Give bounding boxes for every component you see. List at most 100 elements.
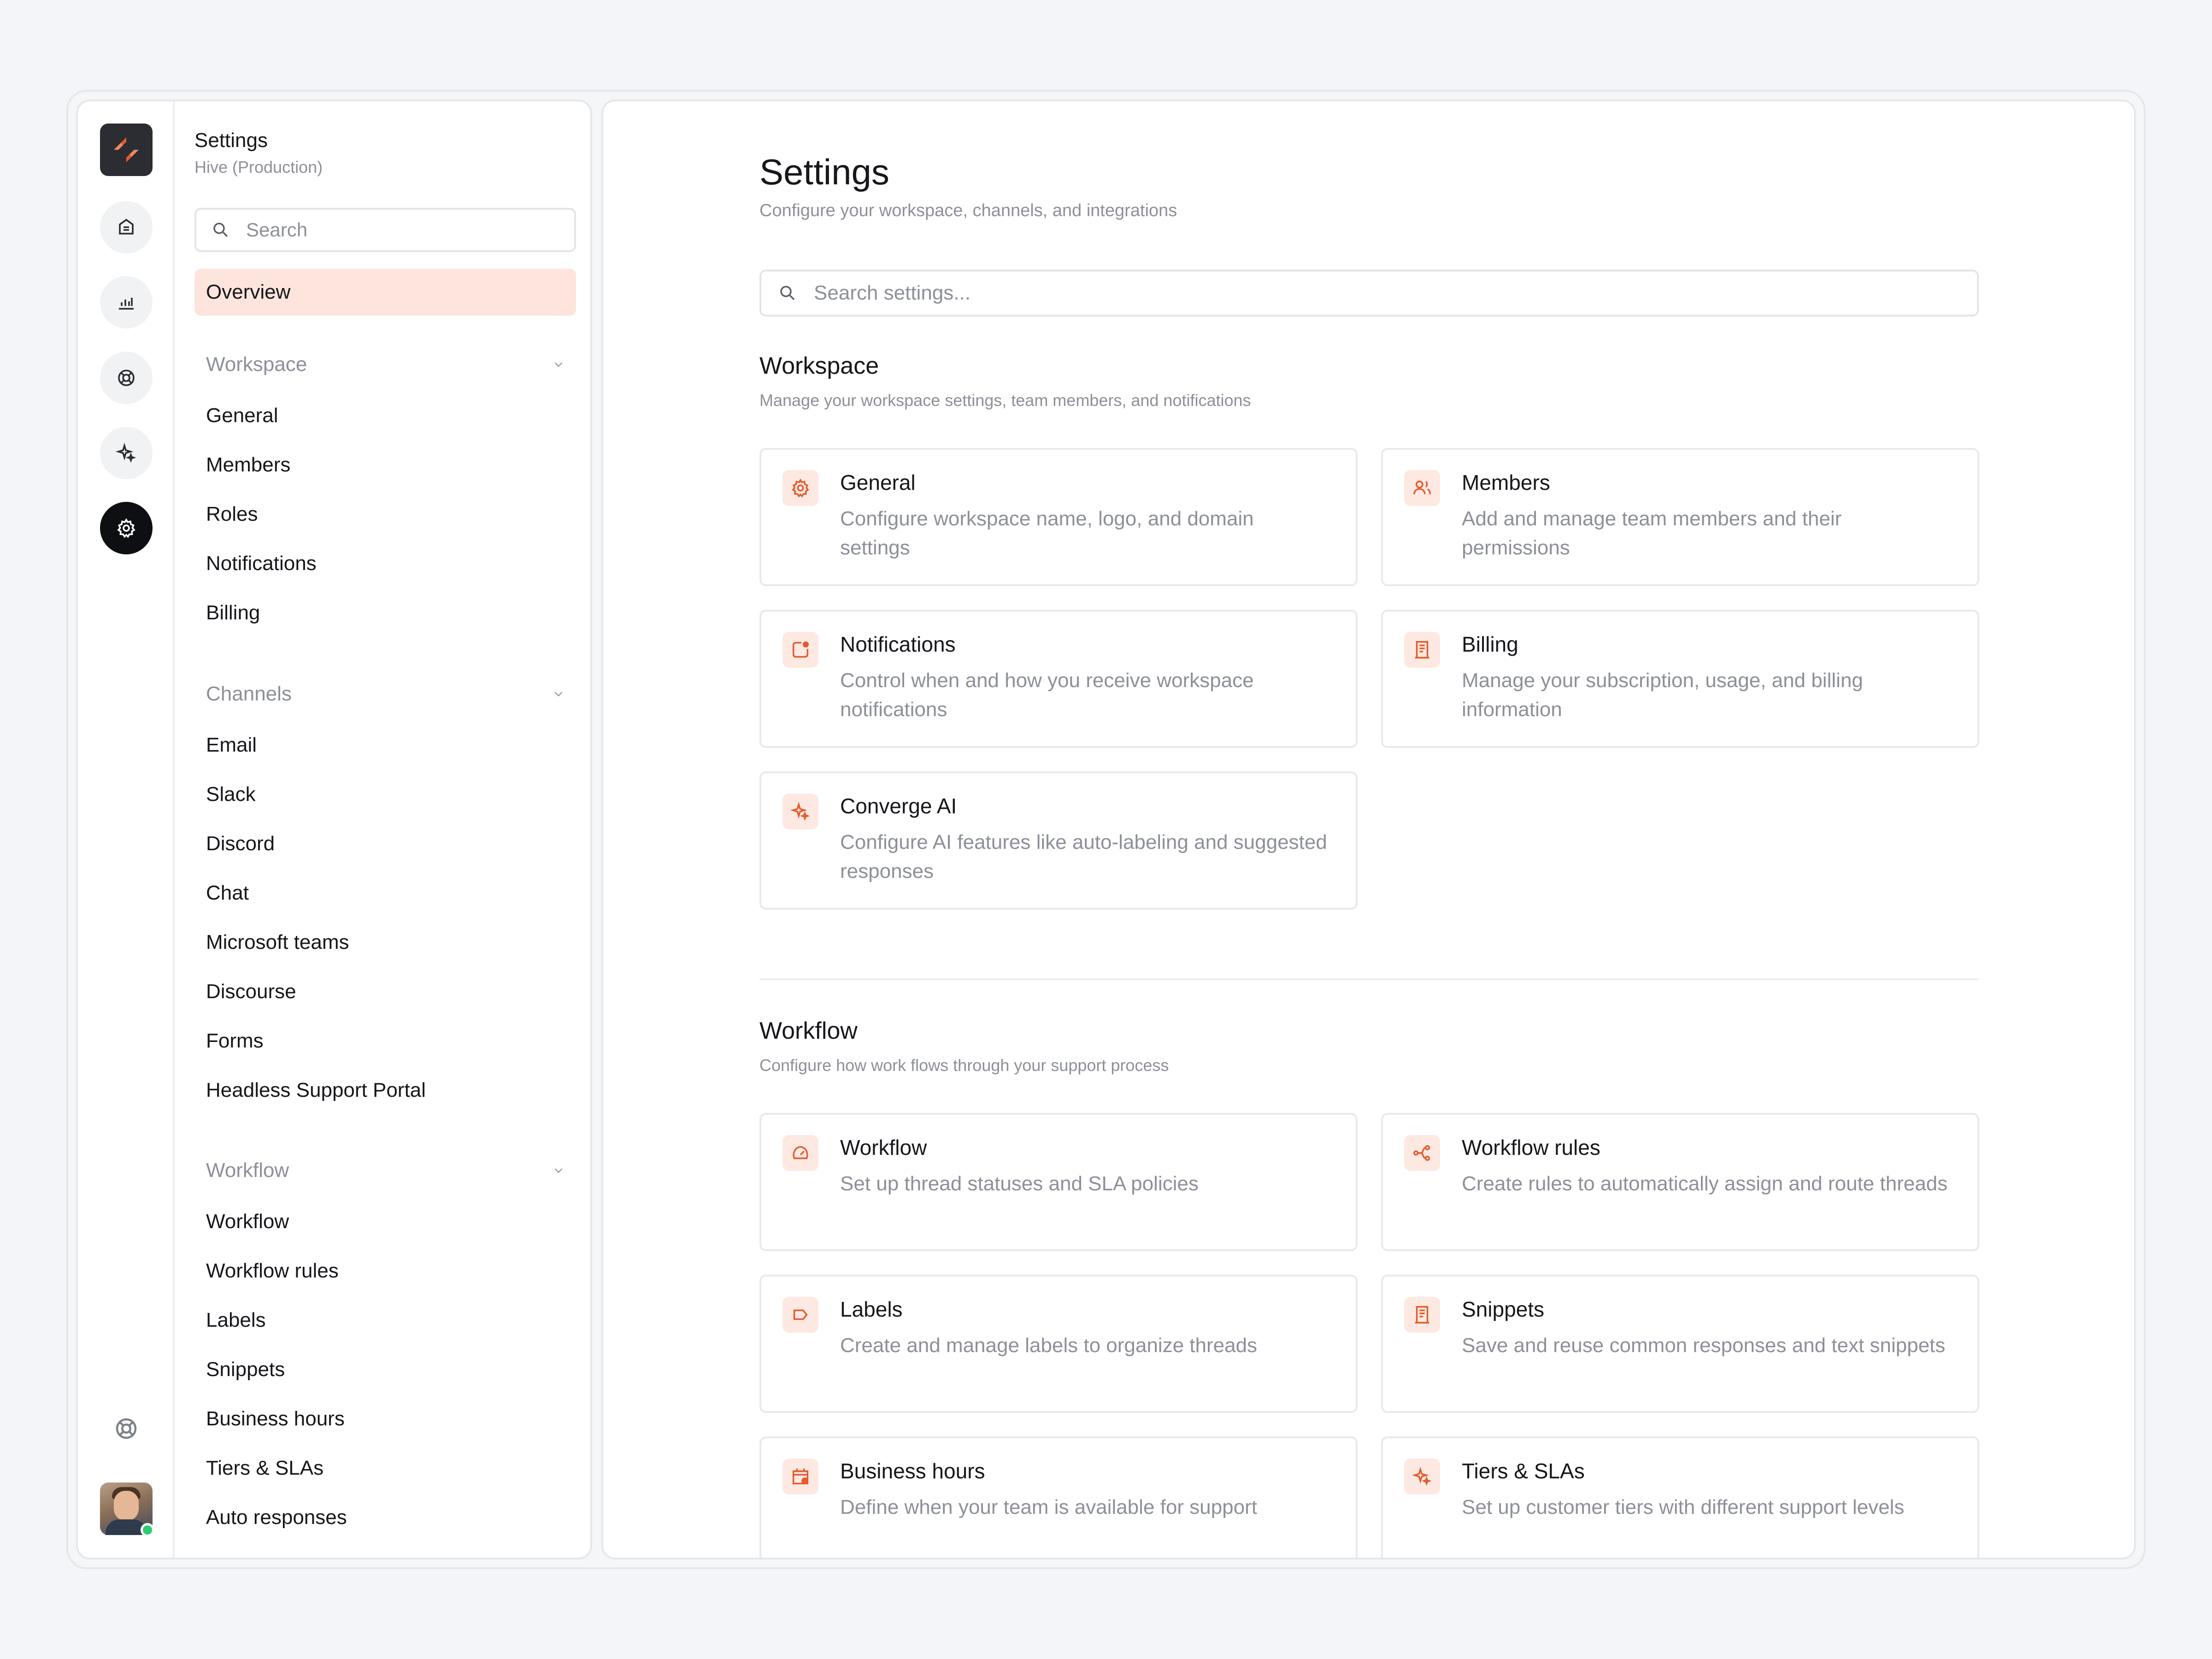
inbox-icon[interactable]	[100, 201, 153, 253]
settings-nav: Settings Hive (Production) Search Overvi…	[176, 101, 590, 1558]
nav-item-headless-support-portal[interactable]: Headless Support Portal	[206, 1079, 426, 1102]
online-status-dot	[141, 1523, 154, 1537]
settings-icon[interactable]	[100, 502, 153, 554]
card-workflow[interactable]: Workflow Set up thread statuses and SLA …	[759, 1113, 1358, 1251]
nav-item-members[interactable]: Members	[206, 453, 290, 477]
nav-item-email[interactable]: Email	[206, 734, 257, 757]
section-subtitle-workspace: Manage your workspace settings, team mem…	[759, 391, 1251, 410]
nav-item-auto-responses[interactable]: Auto responses	[206, 1506, 347, 1529]
card-snippets[interactable]: Snippets Save and reuse common responses…	[1381, 1275, 1979, 1413]
card-converge-ai[interactable]: Converge AI Configure AI features like a…	[759, 771, 1358, 910]
nav-item-discord[interactable]: Discord	[206, 832, 275, 855]
card-description: Configure AI features like auto-labeling…	[840, 831, 1327, 882]
gauge-icon	[782, 1135, 818, 1171]
nav-item-general[interactable]: General	[206, 404, 278, 427]
search-icon	[213, 223, 228, 237]
sparkle-icon	[782, 794, 818, 830]
chevron-down-icon	[554, 692, 563, 697]
nav-group-workflow[interactable]: Workflow	[206, 1159, 565, 1182]
card-description: Define when your team is available for s…	[840, 1496, 1257, 1518]
nav-group-channels[interactable]: Channels	[206, 682, 565, 706]
nav-group-workspace[interactable]: Workspace	[206, 353, 565, 376]
left-panel: Settings Hive (Production) Search Overvi…	[76, 100, 592, 1559]
notification-icon	[782, 632, 818, 668]
nav-item-forms[interactable]: Forms	[206, 1030, 264, 1053]
snippet-icon	[1404, 1297, 1440, 1333]
nav-item-labels[interactable]: Labels	[206, 1309, 266, 1332]
calendar-icon	[782, 1459, 818, 1494]
card-description: Create and manage labels to organize thr…	[840, 1334, 1258, 1357]
workspace-name: Hive (Production)	[194, 158, 323, 176]
search-icon	[780, 286, 795, 300]
nav-group-label: Channels	[206, 682, 292, 705]
card-description: Add and manage team members and their pe…	[1462, 507, 1842, 559]
main-content: Settings Configure your workspace, chann…	[601, 100, 2136, 1559]
nav-title: Settings	[194, 129, 268, 152]
nav-item-workflow[interactable]: Workflow	[206, 1210, 289, 1233]
section-divider	[759, 978, 1979, 980]
card-description: Set up thread statuses and SLA policies	[840, 1172, 1199, 1195]
settings-search-input[interactable]: Search settings...	[759, 270, 1979, 317]
card-title: Members	[1462, 471, 1550, 494]
nav-group-label: Workflow	[206, 1159, 289, 1182]
nav-item-roles[interactable]: Roles	[206, 503, 258, 526]
card-title: Workflow rules	[1462, 1135, 1600, 1159]
avatar[interactable]	[100, 1483, 154, 1537]
nav-search-input[interactable]: Search	[194, 208, 576, 252]
nav-item-microsoft-teams[interactable]: Microsoft teams	[206, 931, 349, 954]
section-subtitle-workflow: Configure how work flows through your su…	[759, 1056, 1169, 1075]
card-general[interactable]: General Configure workspace name, logo, …	[759, 448, 1358, 586]
card-title: Business hours	[840, 1459, 985, 1483]
card-title: Labels	[840, 1297, 903, 1321]
logo-icon[interactable]	[100, 124, 153, 176]
sparkle-icon[interactable]	[100, 427, 153, 479]
gear-icon	[782, 470, 818, 506]
section-title-workspace: Workspace	[759, 353, 879, 379]
page-title: Settings	[759, 152, 889, 192]
card-description: Set up customer tiers with different sup…	[1462, 1496, 1905, 1518]
nav-item-slack[interactable]: Slack	[206, 783, 256, 806]
nav-search-placeholder: Search	[246, 219, 308, 241]
nav-item-billing[interactable]: Billing	[206, 601, 260, 624]
card-description: Configure workspace name, logo, and doma…	[840, 507, 1254, 559]
card-title: General	[840, 471, 916, 494]
nav-item-chat[interactable]: Chat	[206, 882, 249, 905]
sparkle-icon	[1404, 1459, 1440, 1494]
receipt-icon	[1404, 632, 1440, 668]
card-description: Save and reuse common responses and text…	[1462, 1334, 1946, 1357]
nav-group-label: Workspace	[206, 353, 307, 376]
card-title: Billing	[1462, 632, 1518, 656]
card-business-hours[interactable]: Business hours Define when your team is …	[759, 1436, 1358, 1558]
nav-item-business-hours[interactable]: Business hours	[206, 1407, 345, 1430]
route-icon	[1404, 1135, 1440, 1171]
nav-item-tiers-slas[interactable]: Tiers & SLAs	[206, 1457, 324, 1480]
card-title: Converge AI	[840, 794, 957, 818]
card-billing[interactable]: Billing Manage your subscription, usage,…	[1381, 610, 1979, 748]
card-notifications[interactable]: Notifications Control when and how you r…	[759, 610, 1358, 748]
card-title: Snippets	[1462, 1297, 1545, 1321]
nav-item-discourse[interactable]: Discourse	[206, 980, 296, 1003]
card-description: Control when and how you receive workspa…	[840, 669, 1254, 721]
help-icon[interactable]	[112, 1415, 140, 1442]
page-subtitle: Configure your workspace, channels, and …	[759, 201, 1177, 220]
card-title: Notifications	[840, 632, 956, 656]
label-icon	[782, 1297, 818, 1333]
nav-item-snippets[interactable]: Snippets	[206, 1358, 285, 1381]
card-title: Workflow	[840, 1135, 927, 1159]
settings-search-placeholder: Search settings...	[814, 282, 971, 304]
nav-item-notifications[interactable]: Notifications	[206, 552, 317, 575]
card-title: Tiers & SLAs	[1462, 1459, 1585, 1483]
icon-rail	[78, 101, 175, 1558]
card-labels[interactable]: Labels Create and manage labels to organ…	[759, 1275, 1358, 1413]
card-description: Create rules to automatically assign and…	[1462, 1172, 1948, 1195]
card-tiers-slas[interactable]: Tiers & SLAs Set up customer tiers with …	[1381, 1436, 1979, 1558]
nav-item-workflow-rules[interactable]: Workflow rules	[206, 1259, 339, 1282]
card-description: Manage your subscription, usage, and bil…	[1462, 669, 1863, 721]
analytics-icon[interactable]	[100, 276, 153, 329]
card-workflow-rules[interactable]: Workflow rules Create rules to automatic…	[1381, 1113, 1979, 1251]
section-title-workflow: Workflow	[759, 1018, 858, 1044]
card-members[interactable]: Members Add and manage team members and …	[1381, 448, 1979, 586]
support-icon[interactable]	[100, 352, 153, 404]
chevron-down-icon	[554, 362, 563, 367]
nav-item-overview[interactable]: Overview	[194, 269, 576, 316]
